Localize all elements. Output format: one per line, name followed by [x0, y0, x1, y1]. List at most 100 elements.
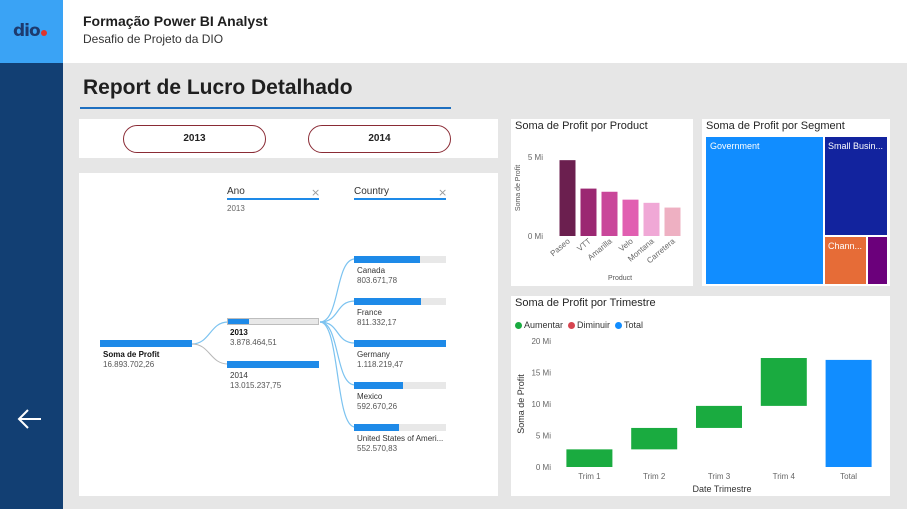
bar-amarilla[interactable]	[601, 191, 618, 236]
x-tick-label: Trim 4	[773, 472, 796, 481]
segment-chart-title: Soma de Profit por Segment	[706, 120, 845, 132]
legend-item-diminuir[interactable]: Diminuir	[568, 320, 610, 330]
quarter-waterfall-chart: 0 Mi 5 Mi 10 Mi 15 Mi 20 Mi Soma de Profit Tri…	[516, 337, 872, 494]
legend-label: Diminuir	[577, 320, 611, 330]
dio-logo: dio	[0, 0, 63, 63]
product-chart-title: Soma de Profit por Product	[515, 120, 648, 132]
y-tick-label: 5 Mi	[536, 432, 551, 441]
app-title: Formação Power BI Analyst	[83, 13, 268, 29]
tree-node-country-bar-fill	[354, 256, 421, 263]
legend-item-aumentar[interactable]: Aumentar	[515, 320, 563, 330]
tree-node-2014-bar[interactable]	[227, 361, 319, 368]
tree-column-ano[interactable]: Ano	[227, 186, 245, 197]
bar-velo[interactable]	[622, 199, 639, 236]
legend-item-total[interactable]: Total	[615, 320, 643, 330]
slicer-option-2013[interactable]: 2013	[123, 125, 266, 153]
bar-montana[interactable]	[643, 202, 660, 236]
x-axis-title: Product	[608, 275, 632, 282]
quarter-chart-legend: Aumentar Diminuir Total	[515, 320, 643, 330]
slicer-option-2014[interactable]: 2014	[308, 125, 451, 153]
tree-node-country-bar-fill	[354, 424, 400, 431]
legend-label: Total	[624, 320, 644, 330]
waterfall-bar-trim-2[interactable]	[631, 427, 678, 450]
tree-node-country-label: Mexico	[357, 392, 383, 401]
treemap-cell-small-business[interactable]: Small Busin...	[824, 136, 888, 236]
y-axis-title: Soma de Profit	[515, 165, 522, 211]
tree-node-country-bar-fill	[354, 340, 446, 347]
tree-node-country-value: 1.118.219,47	[357, 360, 404, 369]
x-tick-label: Amarilla	[586, 236, 614, 262]
logo-text: dio	[13, 21, 47, 41]
treemap-label: Chann...	[828, 241, 863, 251]
logo-wordmark: dio	[13, 21, 41, 41]
tree-node-country-label: Canada	[357, 266, 386, 275]
legend-dot-icon	[615, 321, 623, 329]
tree-root-value: 16.893.702,26	[103, 360, 155, 369]
app-root: dio Formação Power BI Analyst Desafio de…	[0, 0, 907, 509]
tree-node-country-label: France	[357, 308, 382, 317]
tree-column-country[interactable]: Country	[354, 186, 389, 197]
tree-node-country-bar[interactable]	[354, 340, 446, 347]
tree-node-country-bar[interactable]	[354, 256, 446, 263]
bar-paseo[interactable]	[559, 160, 576, 236]
tree-node-country-label: United States of Ameri...	[357, 434, 444, 443]
waterfall-bar-trim-4[interactable]	[760, 358, 807, 406]
title-underline	[80, 107, 451, 109]
treemap-cell-channel-partners[interactable]: Chann...	[824, 236, 867, 285]
bar-vtt[interactable]	[580, 188, 597, 236]
sidebar	[0, 63, 63, 509]
x-tick-label: Total	[840, 472, 857, 481]
tree-node-country-value: 592.670,26	[357, 402, 398, 411]
tree-node-country-label: Germany	[357, 350, 390, 359]
tree-node-2013-value: 3.878.464,51	[230, 338, 277, 347]
treemap-cell-government[interactable]: Government	[705, 136, 824, 285]
tree-root-label: Soma de Profit	[103, 350, 160, 359]
tree-node-country-bar[interactable]	[354, 382, 446, 389]
waterfall-bar-total[interactable]	[825, 359, 872, 467]
tree-column-ano-filter: 2013	[227, 204, 245, 213]
tree-column-country-underline	[354, 198, 446, 200]
x-tick-label: Trim 1	[578, 472, 601, 481]
y-tick-label: 15 Mi	[531, 369, 551, 378]
tree-node-2013-label: 2013	[230, 328, 248, 337]
app-subtitle: Desafio de Projeto da DIO	[83, 32, 224, 46]
tree-node-2014-label: 2014	[230, 371, 248, 380]
bar-carretera[interactable]	[664, 207, 681, 236]
tree-node-2013-bar-fill	[228, 319, 249, 324]
tree-node-country-bar-fill	[354, 382, 403, 389]
tree-node-2014-bar-fill	[227, 361, 319, 368]
x-tick-label: Trim 3	[708, 472, 731, 481]
waterfall-bar-trim-1[interactable]	[566, 449, 613, 467]
y-tick-label: 20 Mi	[531, 337, 551, 346]
tree-node-country-bar[interactable]	[354, 424, 446, 431]
legend-dot-icon	[515, 321, 522, 329]
arrow-left-icon[interactable]	[15, 404, 45, 434]
x-axis-title: Date Trimestre	[692, 484, 751, 494]
tree-node-2014-value: 13.015.237,75	[230, 381, 282, 390]
treemap-label: Small Busin...	[828, 141, 884, 151]
x-tick-label: Paseo	[549, 236, 573, 258]
y-tick-label: 10 Mi	[531, 400, 551, 409]
tree-node-2013-bar[interactable]	[227, 318, 319, 325]
tree-node-country-bar-fill	[354, 298, 422, 305]
tree-node-country-value: 811.332,17	[357, 318, 397, 327]
product-bar-chart: 0 Mi5 MiSoma de ProfitPaseo VTTAmarilla Ve…	[515, 153, 681, 282]
tree-root-bar[interactable]	[100, 340, 192, 347]
y-tick-label: 0 Mi	[528, 232, 543, 241]
treemap-label: Government	[710, 141, 760, 151]
tree-node-country-value: 803.671,78	[357, 276, 398, 285]
report-title: Report de Lucro Detalhado	[83, 76, 353, 99]
legend-dot-icon	[568, 321, 576, 329]
y-tick-label: 0 Mi	[536, 463, 551, 472]
tree-root-bar-fill	[100, 340, 192, 347]
quarter-chart-title: Soma de Profit por Trimestre	[515, 297, 656, 309]
tree-connectors	[191, 258, 356, 428]
treemap-cell-other[interactable]	[867, 236, 888, 285]
close-icon[interactable]: ×	[311, 186, 320, 199]
x-tick-label: Trim 2	[643, 472, 666, 481]
legend-label: Aumentar	[524, 320, 564, 330]
tree-node-country-bar[interactable]	[354, 298, 446, 305]
close-icon[interactable]: ×	[438, 186, 447, 199]
y-tick-label: 5 Mi	[528, 153, 543, 162]
waterfall-bar-trim-3[interactable]	[696, 405, 742, 428]
